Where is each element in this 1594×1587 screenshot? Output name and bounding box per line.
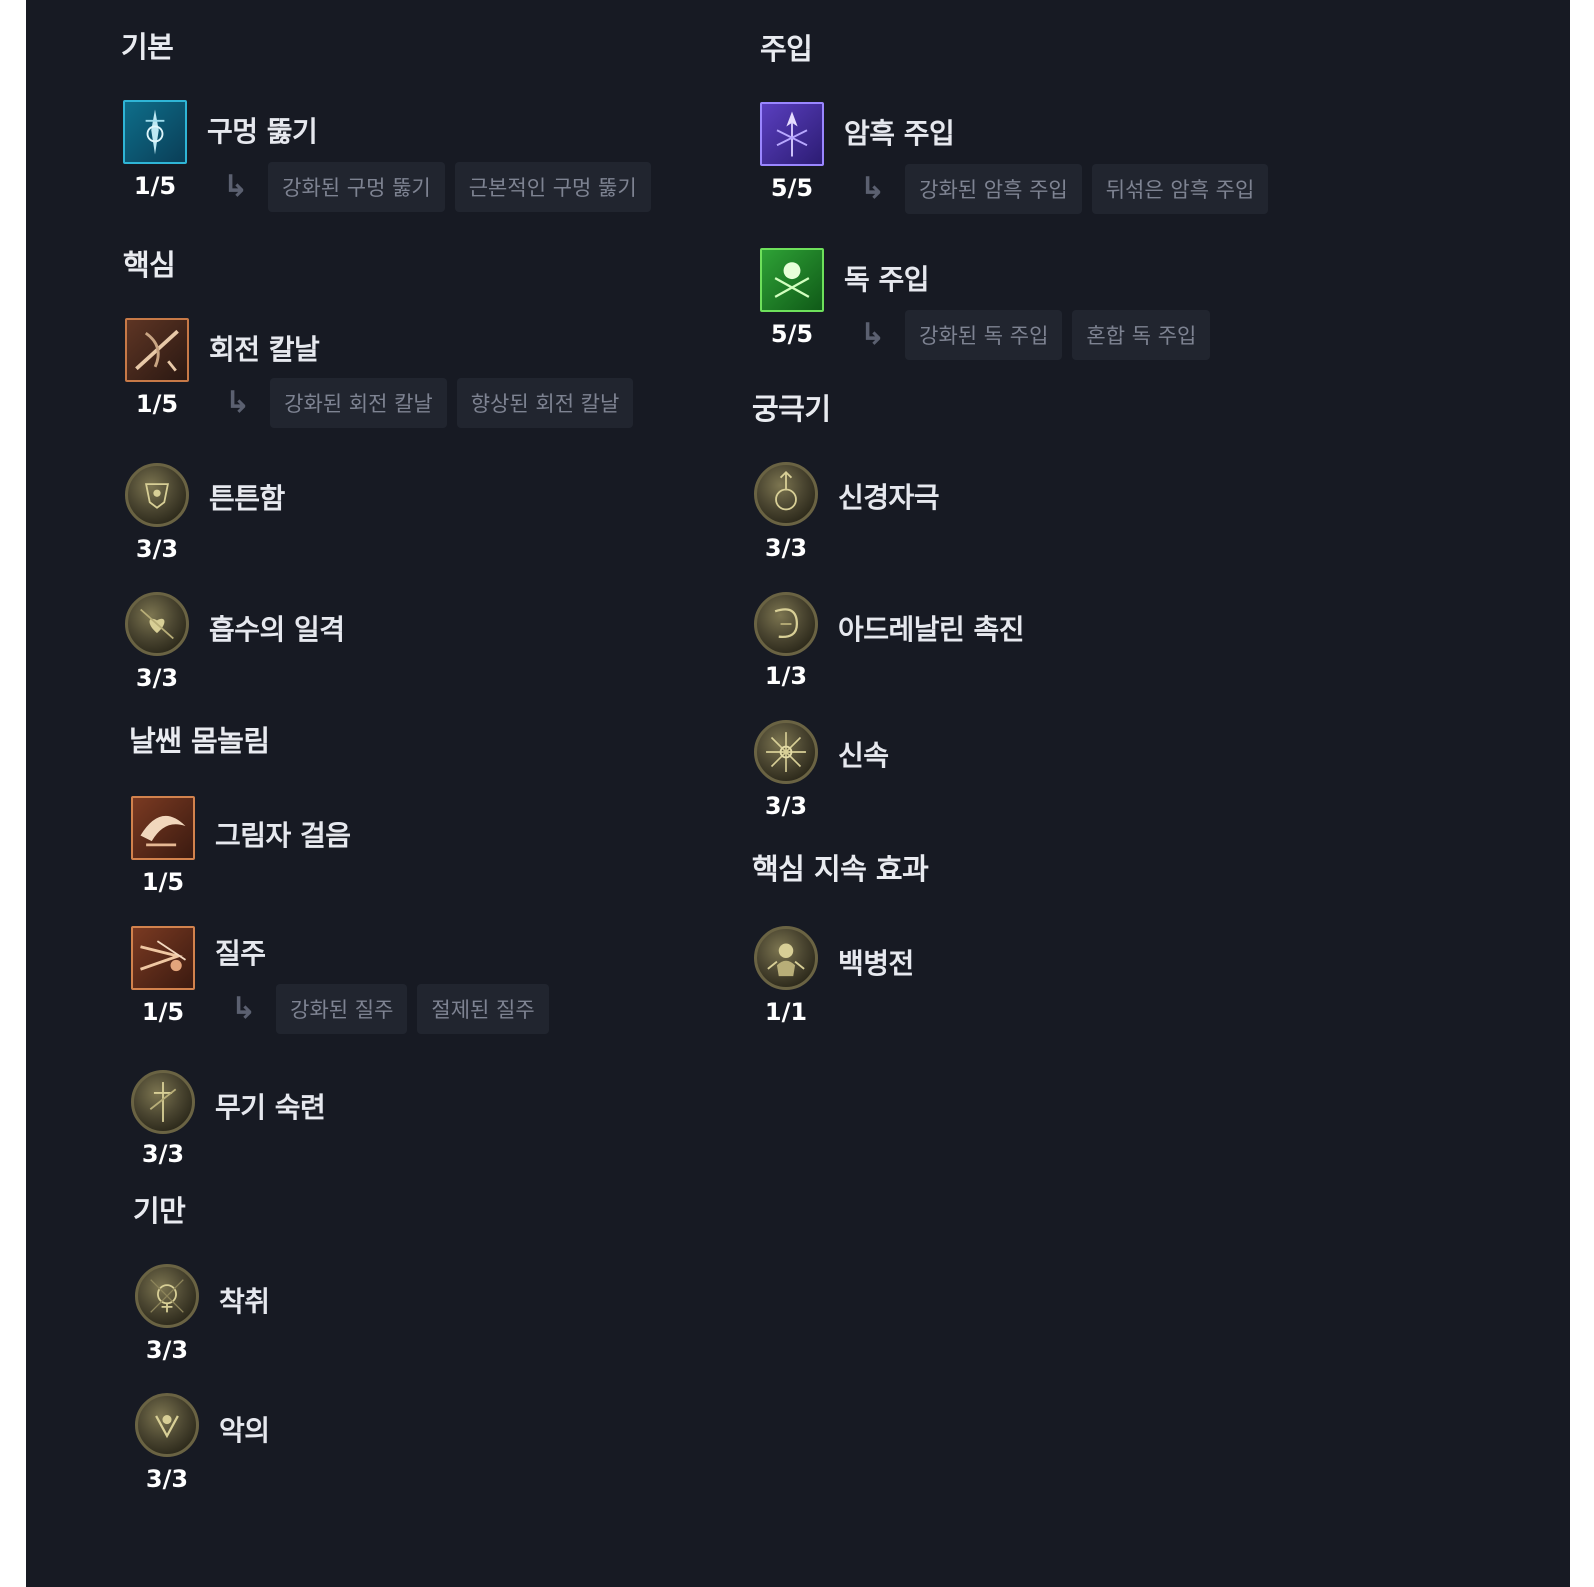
upgrade-arrow-icon: ↳	[231, 991, 257, 1026]
modifier-list: ↳ 강화된 질주 절제된 질주	[231, 984, 549, 1034]
shadow-imbuement-icon	[760, 102, 824, 166]
poison-imbuement-icon	[760, 248, 824, 312]
weapon-mastery-icon	[131, 1070, 195, 1134]
modifier-chip[interactable]: 강화된 암흑 주입	[905, 164, 1082, 214]
skill-name: 회전 칼날	[209, 333, 320, 366]
section-title-imbuement: 주입	[760, 32, 813, 66]
close-quarters-combat-icon	[754, 926, 818, 990]
upgrade-arrow-icon: ↳	[860, 317, 886, 352]
section-title-ultimate: 궁극기	[752, 392, 831, 426]
skill-rank: 3/3	[141, 1140, 185, 1168]
sturdy-icon	[125, 463, 189, 527]
skill-name: 백병전	[838, 947, 914, 980]
skill-rank: 5/5	[770, 320, 814, 348]
modifier-list: ↳ 강화된 회전 칼날 향상된 회전 칼날	[225, 378, 634, 428]
skill-name: 구멍 뚫기	[207, 115, 318, 148]
skill-rank: 5/5	[770, 174, 814, 202]
modifier-list: ↳ 강화된 암흑 주입 뒤섞은 암흑 주입	[860, 164, 1269, 214]
skill-rank: 1/1	[764, 998, 808, 1026]
modifier-list: ↳ 강화된 구멍 뚫기 근본적인 구멍 뚫기	[223, 162, 651, 212]
section-title-subterfuge: 기만	[133, 1194, 186, 1228]
modifier-chip[interactable]: 강화된 질주	[276, 984, 408, 1034]
puncture-icon	[123, 100, 187, 164]
skill-name: 아드레날린 촉진	[838, 613, 1025, 646]
skill-name: 암흑 주입	[844, 117, 955, 150]
modifier-chip[interactable]: 근본적인 구멍 뚫기	[454, 162, 651, 212]
section-title-core: 핵심	[123, 248, 176, 282]
upgrade-arrow-icon: ↳	[225, 385, 251, 420]
skill-rank: 3/3	[135, 535, 179, 563]
skill-name: 악의	[219, 1414, 270, 1447]
shadow-step-icon	[131, 796, 195, 860]
skill-name: 신경자극	[838, 481, 940, 514]
skill-rank: 3/3	[145, 1336, 189, 1364]
innervation-icon	[754, 462, 818, 526]
skill-rank: 3/3	[764, 534, 808, 562]
haste-icon	[754, 720, 818, 784]
skill-rank: 3/3	[764, 792, 808, 820]
skill-rank: 3/3	[145, 1465, 189, 1493]
modifier-chip[interactable]: 혼합 독 주입	[1072, 310, 1211, 360]
section-title-basic: 기본	[121, 30, 174, 64]
malice-icon	[135, 1393, 199, 1457]
modifier-chip[interactable]: 강화된 구멍 뚫기	[268, 162, 445, 212]
modifier-chip[interactable]: 강화된 회전 칼날	[270, 378, 447, 428]
adrenaline-rush-icon	[754, 592, 818, 656]
skill-name: 튼튼함	[209, 482, 285, 515]
skill-name: 그림자 걸음	[215, 819, 351, 852]
twisting-blades-icon	[125, 318, 189, 382]
skill-name: 흡수의 일격	[209, 613, 345, 646]
modifier-list: ↳ 강화된 독 주입 혼합 독 주입	[860, 310, 1211, 360]
skill-rank: 1/3	[764, 662, 808, 690]
upgrade-arrow-icon: ↳	[223, 169, 249, 204]
section-title-keystone: 핵심 지속 효과	[752, 852, 929, 886]
skill-rank: 1/5	[141, 998, 185, 1026]
modifier-chip[interactable]: 향상된 회전 칼날	[456, 378, 634, 428]
siphoning-strikes-icon	[125, 592, 189, 656]
skill-rank: 3/3	[135, 664, 179, 692]
skill-name: 독 주입	[844, 263, 930, 296]
skill-name: 신속	[838, 739, 889, 772]
skill-tree-panel: 기본 구멍 뚫기 1/5 ↳ 강화된 구멍 뚫기 근본적인 구멍 뚫기 핵심 회…	[26, 0, 1570, 1587]
skill-rank: 1/5	[141, 868, 185, 896]
modifier-chip[interactable]: 절제된 질주	[417, 984, 549, 1034]
skill-name: 질주	[215, 937, 266, 970]
upgrade-arrow-icon: ↳	[860, 171, 886, 206]
skill-rank: 1/5	[133, 172, 177, 200]
dash-icon	[131, 926, 195, 990]
skill-name: 착취	[219, 1285, 270, 1318]
exploit-icon	[135, 1264, 199, 1328]
modifier-chip[interactable]: 뒤섞은 암흑 주입	[1091, 164, 1269, 214]
skill-name: 무기 숙련	[215, 1091, 326, 1124]
section-title-agility: 날쌘 몸놀림	[129, 724, 270, 758]
skill-rank: 1/5	[135, 390, 179, 418]
modifier-chip[interactable]: 강화된 독 주입	[905, 310, 1063, 360]
